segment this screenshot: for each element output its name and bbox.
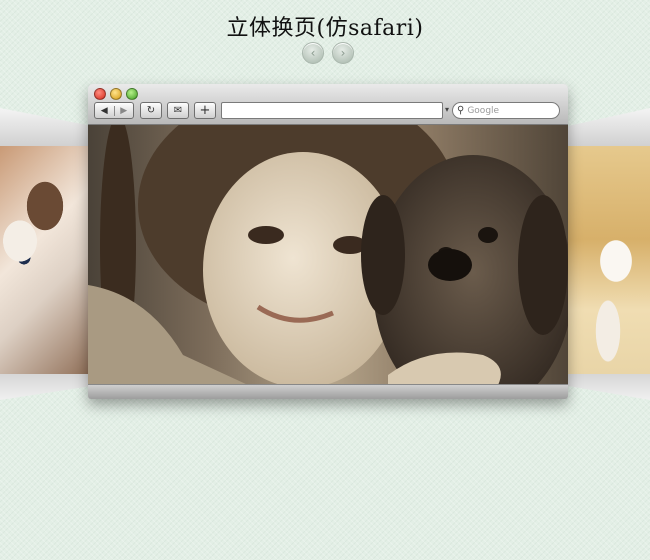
minimize-window-button[interactable] (110, 88, 122, 100)
address-bar[interactable] (221, 102, 443, 119)
back-button[interactable]: ◀ (95, 106, 114, 116)
bookmark-button[interactable]: ✉ (167, 102, 189, 119)
page-right[interactable] (568, 108, 650, 400)
back-forward-buttons: ◀ ▶ (94, 102, 134, 119)
browser-toolbar: ◀ ▶ ↻ ✉ + ▾ ⚲ Google (88, 84, 568, 125)
forward-button[interactable]: ▶ (113, 105, 134, 116)
reload-icon: ↻ (146, 105, 156, 116)
address-dropdown-icon[interactable]: ▾ (445, 105, 449, 114)
prev-page-button[interactable]: ‹ (302, 42, 324, 64)
page-left[interactable] (0, 108, 92, 400)
window-controls (94, 88, 138, 100)
search-placeholder: Google (467, 105, 500, 116)
page-title: 立体换页(仿safari) (226, 16, 424, 41)
plus-icon: + (199, 103, 211, 118)
next-page-button[interactable]: › (332, 42, 354, 64)
cat-photo (0, 146, 92, 380)
reload-button[interactable]: ↻ (140, 102, 162, 119)
search-field[interactable]: ⚲ Google (452, 102, 560, 119)
chevron-left-icon: ‹ (310, 46, 316, 60)
add-bookmark-button[interactable]: + (194, 102, 216, 119)
search-icon: ⚲ (457, 105, 465, 116)
close-window-button[interactable] (94, 88, 106, 100)
girl-with-dog-photo (88, 125, 568, 385)
zoom-window-button[interactable] (126, 88, 138, 100)
chevron-right-icon: › (340, 46, 346, 60)
white-dog-photo (568, 146, 650, 380)
bookmark-icon: ✉ (173, 105, 183, 116)
browser-window: ◀ ▶ ↻ ✉ + ▾ ⚲ Google (88, 84, 568, 399)
page-nav: ‹ › (302, 42, 354, 64)
side-bottom-right (568, 374, 650, 400)
browser-statusbar (88, 384, 568, 399)
side-bottom-left (0, 374, 92, 400)
photo-illustration (88, 125, 568, 385)
